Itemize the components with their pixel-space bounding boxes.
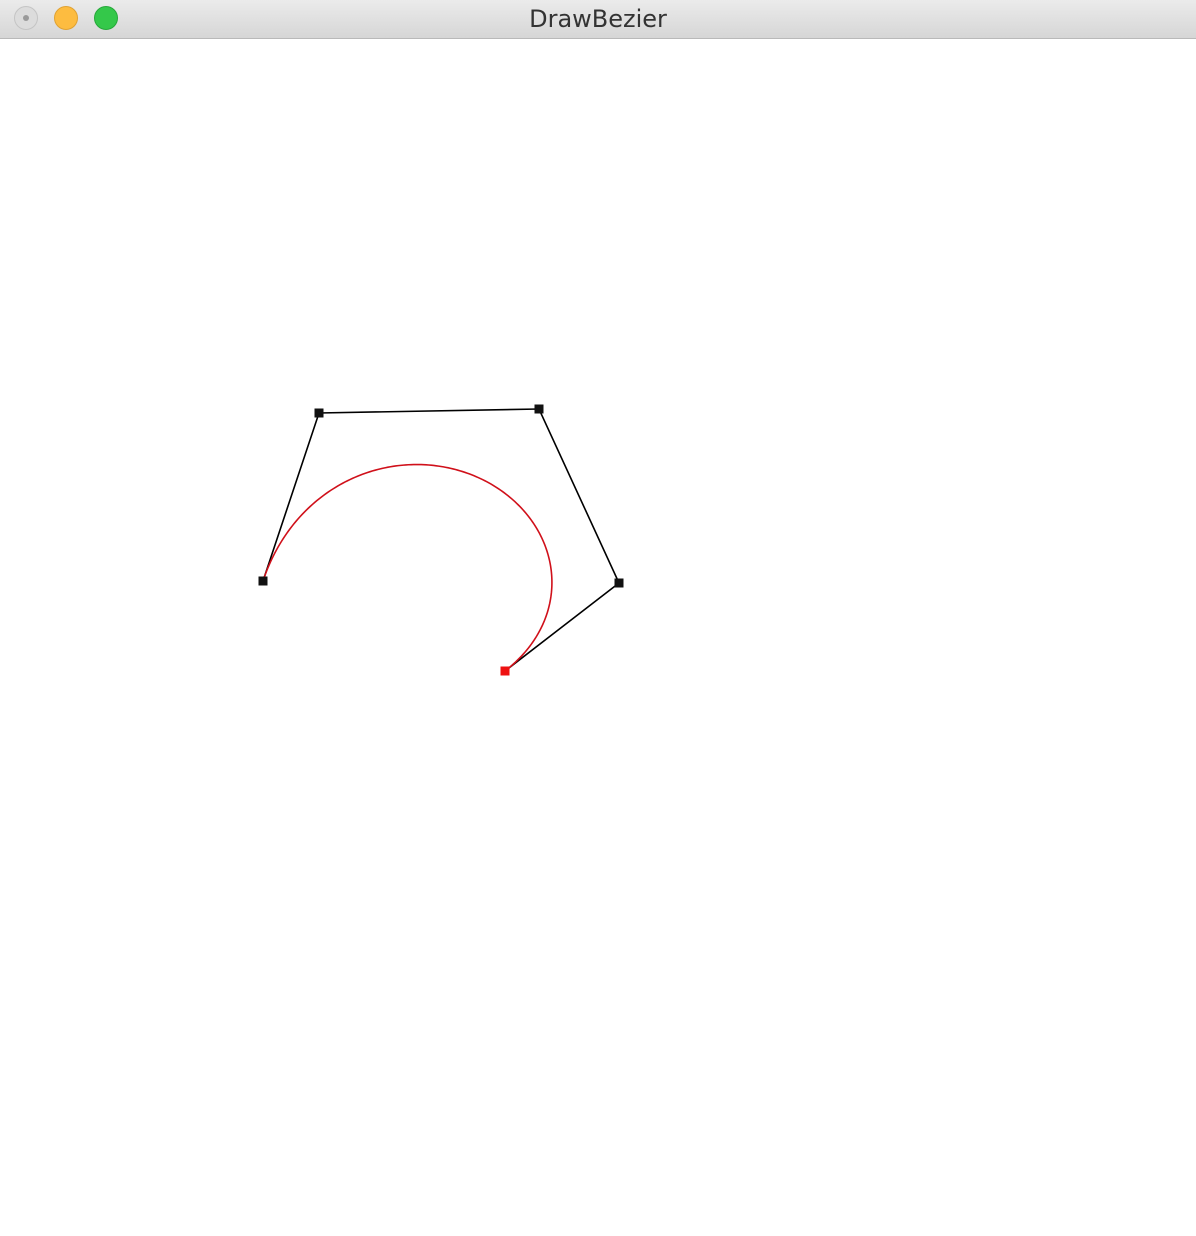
window-title: DrawBezier	[529, 5, 667, 33]
control-point[interactable]	[314, 408, 324, 418]
title-bar[interactable]: DrawBezier	[0, 0, 1196, 39]
drawing-canvas[interactable]	[0, 40, 1196, 1236]
control-point[interactable]	[258, 576, 268, 586]
bezier-curve	[262, 463, 553, 672]
control-polygon	[262, 408, 620, 672]
bezier-drawing[interactable]	[0, 40, 1196, 1236]
control-point[interactable]	[534, 404, 544, 414]
control-point[interactable]	[614, 578, 624, 588]
app-window: DrawBezier	[0, 0, 1196, 1236]
selected-control-point[interactable]	[500, 666, 510, 676]
